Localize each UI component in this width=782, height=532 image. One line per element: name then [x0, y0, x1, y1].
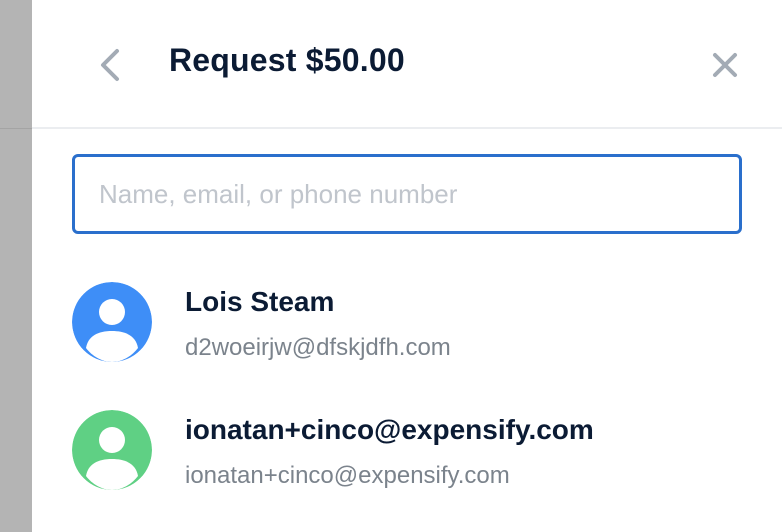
back-button[interactable] [90, 44, 130, 86]
page-title: Request $50.00 [169, 42, 405, 78]
user-avatar-icon [72, 282, 152, 362]
close-button[interactable] [704, 44, 746, 86]
contact-email: ionatan+cinco@expensify.com [185, 462, 510, 489]
panel-header: Request $50.00 [32, 0, 782, 129]
close-icon [713, 53, 737, 77]
request-panel: Request $50.00 Lois Steam d2woeirjw@dfsk… [32, 0, 782, 532]
contact-name: Lois Steam [185, 286, 335, 317]
contact-name: ionatan+cinco@expensify.com [185, 414, 594, 445]
contact-row[interactable]: Lois Steam d2woeirjw@dfskjdfh.com [72, 282, 752, 382]
contact-row[interactable]: ionatan+cinco@expensify.com ionatan+cinc… [72, 410, 752, 510]
user-avatar-icon [72, 410, 152, 490]
chevron-left-icon [101, 49, 119, 81]
search-field[interactable] [72, 154, 742, 234]
search-input[interactable] [75, 157, 739, 231]
background-divider [0, 128, 32, 129]
background-overlay [0, 0, 32, 532]
contact-email: d2woeirjw@dfskjdfh.com [185, 334, 451, 361]
